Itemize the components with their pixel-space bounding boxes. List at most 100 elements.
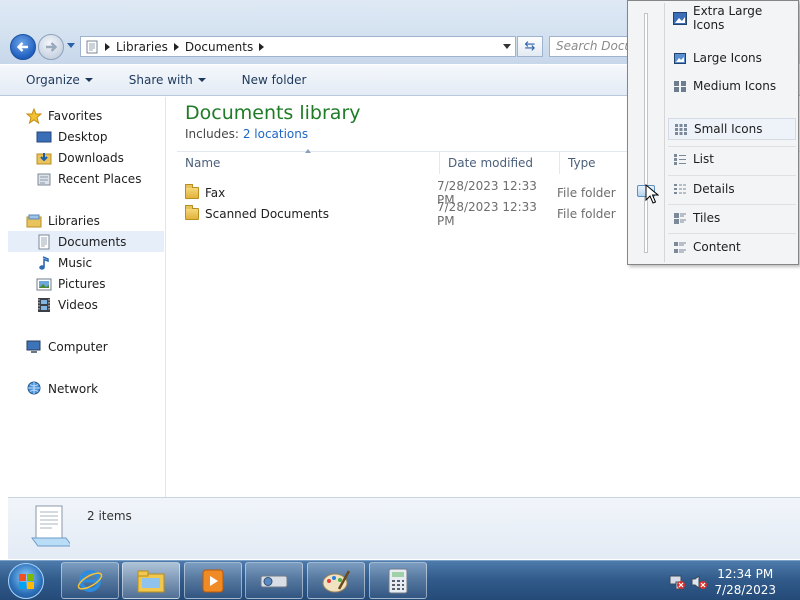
item-count: 2 items [87,509,132,523]
organize-button[interactable]: Organize [0,65,103,95]
organize-dropdown-icon [84,78,93,82]
nav-network[interactable]: Network [26,378,182,399]
menu-item-label: Medium Icons [693,79,777,93]
libraries-folder-icon [26,213,42,229]
refresh-button[interactable]: ⇆ [517,36,543,57]
nav-desktop-label: Desktop [58,129,108,144]
paint-palette-icon [322,569,351,592]
menu-item-label: Tiles [693,211,721,225]
computer-icon [26,339,42,355]
library-title: Documents library [185,102,361,124]
taskbar-clock[interactable]: 12:34 PM 7/28/2023 [714,566,776,598]
list-view-icon [673,153,687,166]
content-view-icon [673,241,687,254]
extra-large-icons-icon [673,11,687,25]
details-pane: 2 items [8,497,800,559]
internet-explorer-icon [77,569,103,592]
column-type-label: Type [568,156,596,170]
column-name[interactable]: Name [177,149,440,174]
nav-documents[interactable]: Documents [8,231,164,252]
breadcrumb-separator-icon[interactable] [173,42,179,51]
menu-item-medium-icons[interactable]: Medium Icons [668,75,796,97]
system-tray: 12:34 PM 7/28/2023 [664,561,800,600]
nav-computer-label: Computer [48,339,108,354]
file-name: Fax [205,185,226,200]
taskbar-internet-explorer[interactable] [61,562,119,599]
nav-recent-places-label: Recent Places [58,171,142,186]
address-dropdown-icon[interactable] [503,44,511,49]
clock-date: 7/28/2023 [714,583,776,597]
new-folder-label: New folder [241,73,307,87]
downloads-folder-icon [36,150,52,166]
includes-locations-link[interactable]: 2 locations [243,127,308,141]
breadcrumb-separator-icon[interactable] [259,42,265,51]
taskbar: 12:34 PM 7/28/2023 [0,560,800,600]
nav-libraries[interactable]: Libraries [26,210,182,231]
windows-explorer-folder-icon [137,570,165,592]
menu-separator [664,3,665,262]
breadcrumb-libraries[interactable]: Libraries [116,40,168,54]
organize-label: Organize [26,73,80,87]
menu-item-content[interactable]: Content [668,236,796,258]
view-size-slider-track[interactable] [644,13,648,253]
menu-item-label: Content [693,240,741,254]
breadcrumb-documents[interactable]: Documents [185,40,253,54]
clock-time: 12:34 PM [717,567,774,581]
nav-music-label: Music [58,255,93,270]
column-date-label: Date modified [448,156,534,170]
taskbar-paint[interactable] [307,562,365,599]
share-with-button[interactable]: Share with [103,65,216,95]
file-date-modified: 7/28/2023 12:33 PM [437,199,537,228]
nav-favorites[interactable]: Favorites [25,105,182,126]
desktop-icon [36,129,52,145]
nav-pictures-label: Pictures [58,276,106,291]
menu-item-details[interactable]: Details [668,178,796,200]
recent-places-icon [36,171,52,187]
refresh-icon: ⇆ [524,39,536,54]
start-button[interactable] [8,563,44,599]
nav-favorites-label: Favorites [48,108,103,123]
forward-arrow-icon [46,42,58,52]
menu-item-small-icons[interactable]: Small Icons [668,118,796,140]
back-button[interactable] [10,34,36,60]
taskbar-calculator[interactable] [369,562,427,599]
menu-item-label: Extra Large Icons [693,4,763,32]
menu-item-large-icons[interactable]: Large Icons [668,47,796,69]
menu-divider [668,233,796,234]
new-folder-button[interactable]: New folder [216,65,317,95]
mouse-cursor-icon [645,184,659,204]
nav-downloads-label: Downloads [58,150,124,165]
documents-icon [36,234,52,250]
recent-pages-chevron-icon[interactable] [66,42,76,50]
menu-divider [668,175,796,176]
back-arrow-icon [16,42,28,52]
forward-button[interactable] [38,34,64,60]
pictures-icon [36,276,52,292]
menu-item-list[interactable]: List [668,148,796,170]
nav-computer[interactable]: Computer [26,336,182,357]
search-input[interactable]: Search Documents [549,36,639,57]
network-status-icon[interactable] [668,573,686,591]
column-date-modified[interactable]: Date modified [440,152,560,174]
network-globe-icon [26,381,42,397]
taskbar-media-player[interactable] [184,562,242,599]
volume-muted-icon[interactable] [690,573,708,591]
address-bar[interactable]: Libraries Documents [80,36,516,57]
menu-divider [668,146,796,147]
menu-item-tiles[interactable]: Tiles [668,207,796,229]
menu-item-extra-large-icons[interactable]: Extra Large Icons [668,4,796,32]
file-type: File folder [557,185,616,200]
breadcrumb-separator-icon[interactable] [105,42,110,51]
library-location-icon [86,40,98,53]
folder-icon [185,183,199,199]
taskbar-projector[interactable] [245,562,303,599]
library-documents-large-icon [31,505,70,547]
media-player-icon [202,569,224,592]
library-includes: Includes: 2 locations [185,127,308,141]
nav-network-label: Network [48,381,99,396]
nav-documents-label: Documents [58,234,127,249]
column-name-label: Name [185,156,221,170]
details-view-icon [673,183,687,196]
taskbar-windows-explorer[interactable] [122,562,180,599]
music-note-icon [36,255,52,271]
